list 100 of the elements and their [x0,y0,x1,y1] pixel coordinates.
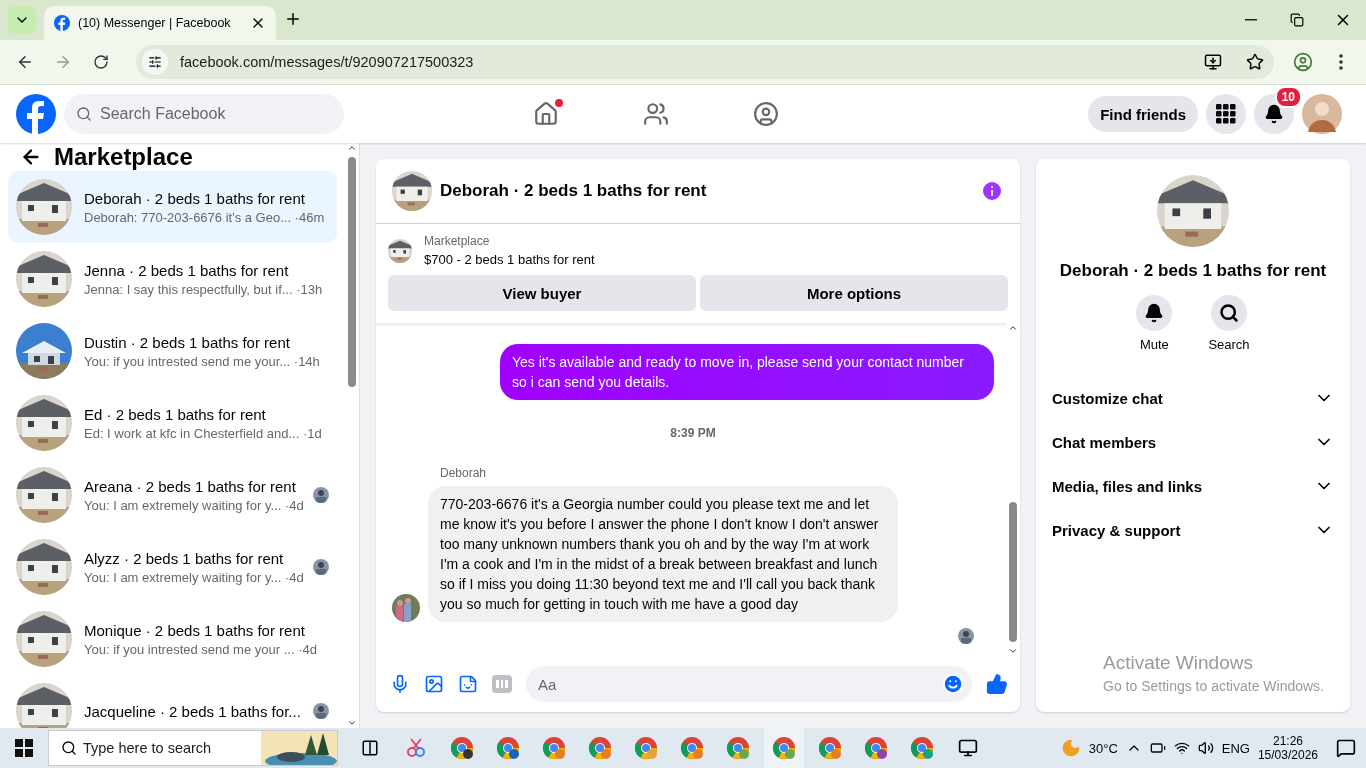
clock-time[interactable]: 21:26 [1272,734,1303,748]
received-message: 770-203-6676 it's a Georgia number could you please text me and let me know it's you before I answer the phone I don't know I don't answer too many unknown numbers thank you oh and by the way I'm at work I'm a cook and I'm in the midst of a break between breakfast and lunch so if I miss you doing 11:30 beyond text me and I'll call you back thank you so much for getting in touch with me have a good day [428,486,898,622]
site-settings-icon[interactable] [148,55,162,69]
conversation-item[interactable]: Ed · 2 beds 1 baths for rent Ed: I work at kfc in Chesterfield and... ·1d [8,387,337,459]
like-icon[interactable] [986,673,1008,695]
conversation-name: Jenna · 2 beds 1 baths for rent [84,261,290,279]
browser-icon [910,736,934,760]
find-friends-button[interactable]: Find friends [1088,96,1198,132]
section-label: Media, files and links [1052,477,1203,495]
message-input[interactable]: Aa [526,666,972,702]
account-avatar[interactable] [1302,94,1342,134]
microphone-icon[interactable] [390,674,410,694]
message-preview: You: if you intrested send me your ... ·4d [84,641,318,657]
mute-button[interactable] [1136,295,1173,331]
timestamp: 8:39 PM [670,426,716,440]
address-bar[interactable]: facebook.com/messages/t/920907217500323 [136,45,1274,79]
panel-title: Marketplace [54,143,193,171]
restore-icon [1290,13,1304,27]
minimize-icon [1245,19,1257,21]
grid-icon [1216,104,1236,124]
clock-date[interactable]: 15/03/2026 [1257,748,1318,762]
scroll-down-icon [347,718,357,728]
task-view-icon [361,739,379,757]
browser-icon [864,736,888,760]
conversation-name: Ed · 2 beds 1 baths for rent [84,405,267,423]
battery-icon[interactable] [1149,740,1166,756]
notifications-icon[interactable] [1336,738,1356,758]
settings-section[interactable]: Privacy & support [1044,508,1342,552]
install-icon[interactable] [1204,53,1222,71]
facebook-logo[interactable] [16,94,56,134]
scroll-up-icon [1008,323,1018,333]
settings-section[interactable]: Customize chat [1044,376,1342,420]
notifications-button[interactable] [1254,94,1294,134]
conversation-item[interactable]: Deborah · 2 beds 1 baths for rent Deborah: 770-203-6676 it's a Geo... ·46m [8,171,337,243]
network-icon[interactable] [1173,740,1190,756]
scrollbar[interactable] [345,143,359,728]
browser-icon [680,736,704,760]
search-button[interactable] [1211,295,1247,331]
menu-icon [1339,54,1343,70]
volume-icon[interactable] [1197,740,1214,756]
section-label: Customize chat [1052,389,1163,407]
scroll-down-icon [1008,646,1018,656]
browser-icon [588,736,612,760]
listing-label: Marketplace [424,234,491,248]
bell-icon [1144,303,1165,323]
tab-search-button[interactable] [8,6,36,34]
search-icon [1219,303,1239,323]
conversation-name: Alyzz · 2 beds 1 baths for rent [84,549,285,567]
sender-name: Deborah [440,466,487,480]
conversation-item[interactable]: Alyzz · 2 beds 1 baths for rent You: I am extremely waiting for y... ·4d [8,531,337,603]
language-indicator[interactable]: ENG [1221,740,1250,756]
sticker-icon[interactable] [458,674,478,694]
conversation-name: Dustin · 2 beds 1 baths for rent [84,333,291,351]
photo-icon[interactable] [424,674,444,694]
browser-icon [726,736,750,760]
search-icon [61,740,77,756]
conversation-item[interactable]: Jenna · 2 beds 1 baths for rent Jenna: I say this respectfully, but if... ·13h [8,243,337,315]
user-circle-icon [753,101,780,127]
forward-arrow-icon [54,53,72,71]
scroll-up-icon [347,143,357,153]
listing-title[interactable]: $700 - 2 beds 1 baths for rent [424,252,595,267]
browser-tab[interactable]: (10) Messenger | Facebook [44,6,276,40]
taskbar-search-box[interactable]: Type here to search [48,730,338,766]
browser-icon [634,736,658,760]
conversation-title: Deborah · 2 beds 1 baths for rent [1059,261,1327,281]
conversation-name: Areana · 2 beds 1 baths for rent [84,477,297,495]
message-preview: You: I am extremely waiting for y... ·4d [84,497,301,513]
settings-section[interactable]: Chat members [1044,420,1342,464]
conversation-item[interactable]: Areana · 2 beds 1 baths for rent You: I am extremely waiting for y... ·4d [8,459,337,531]
conversation-item[interactable]: Dustin · 2 beds 1 baths for rent You: if you intrested send me your... ·14h [8,315,337,387]
action-label: Mute [1139,337,1169,352]
menu-button[interactable] [1206,94,1246,134]
sent-message: Yes it's available and ready to move in, please send your contact number so i can send you details. [500,344,994,400]
settings-section[interactable]: Media, files and links [1044,464,1342,508]
message-preview: Ed: I work at kfc in Chesterfield and... ·1d [84,425,323,441]
conversation-name: Jacqueline · 2 beds 1 baths for... [84,702,301,720]
watermark-text: Go to Settings to activate Windows. [1103,678,1324,694]
windows-icon [15,739,33,757]
message-preview: Deborah: 770-203-6676 it's a Geo... ·46m [84,209,326,225]
listing-action-button[interactable]: More options [700,275,1008,311]
scrollbar-thumb[interactable] [1009,502,1017,642]
monitor-icon [958,738,978,758]
bookmark-star-icon[interactable] [1246,53,1264,71]
browser-icon [450,736,474,760]
conversation-item[interactable]: Monique · 2 beds 1 baths for rent You: if you intrested send me your ... ·4d [8,603,337,675]
message-preview: You: I am extremely waiting for y... ·4d [84,569,301,585]
browser-icon [818,736,842,760]
reload-icon [93,54,109,70]
emoji-icon[interactable] [942,673,964,695]
browser-icon [542,736,566,760]
info-icon[interactable] [980,179,1004,203]
listing-action-button[interactable]: View buyer [388,275,696,311]
new-tab-icon[interactable] [284,10,302,28]
section-label: Chat members [1052,433,1157,451]
scrollbar-thumb[interactable] [348,157,356,387]
watermark-title: Activate Windows [1103,652,1254,674]
taskbar-search-field[interactable]: Type here to search [49,731,249,765]
temperature: 30°C [1088,740,1118,756]
search-field[interactable]: Search Facebook [64,94,344,134]
bell-icon [1264,104,1284,124]
